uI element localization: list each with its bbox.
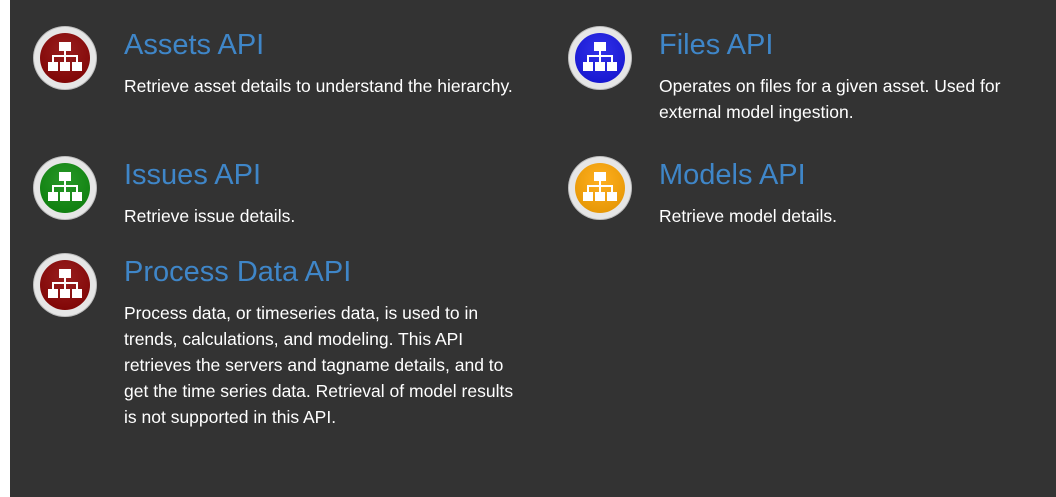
- issues-api-link[interactable]: Issues API: [124, 157, 261, 193]
- api-card-models[interactable]: Models API Retrieve model details.: [569, 157, 1049, 237]
- hierarchy-icon: [583, 42, 617, 71]
- hierarchy-icon: [583, 172, 617, 201]
- hierarchy-icon: [48, 42, 82, 71]
- api-card-issues[interactable]: Issues API Retrieve issue details.: [34, 157, 434, 237]
- assets-api-description: Retrieve asset details to understand the…: [124, 76, 513, 96]
- issues-api-description: Retrieve issue details.: [124, 206, 296, 226]
- process-data-api-badge[interactable]: [34, 254, 96, 316]
- files-api-badge[interactable]: [569, 27, 631, 89]
- issues-api-badge[interactable]: [34, 157, 96, 219]
- api-card-assets[interactable]: Assets API Retrieve asset details to und…: [34, 27, 513, 137]
- models-api-badge[interactable]: [569, 157, 631, 219]
- api-list-panel: Assets API Retrieve asset details to und…: [10, 0, 1056, 497]
- process-data-api-description: Process data, or timeseries data, is use…: [124, 303, 514, 427]
- files-api-link[interactable]: Files API: [659, 27, 773, 63]
- api-card-process-data[interactable]: Process Data API Process data, or timese…: [34, 254, 513, 489]
- models-api-description: Retrieve model details.: [659, 206, 837, 226]
- hierarchy-icon: [48, 172, 82, 201]
- hierarchy-icon: [48, 269, 82, 298]
- models-api-link[interactable]: Models API: [659, 157, 806, 193]
- process-data-api-link[interactable]: Process Data API: [124, 254, 351, 290]
- assets-api-link[interactable]: Assets API: [124, 27, 264, 63]
- assets-api-badge[interactable]: [34, 27, 96, 89]
- api-card-files[interactable]: Files API Operates on files for a given …: [569, 27, 1049, 137]
- files-api-description: Operates on files for a given asset. Use…: [659, 76, 1001, 122]
